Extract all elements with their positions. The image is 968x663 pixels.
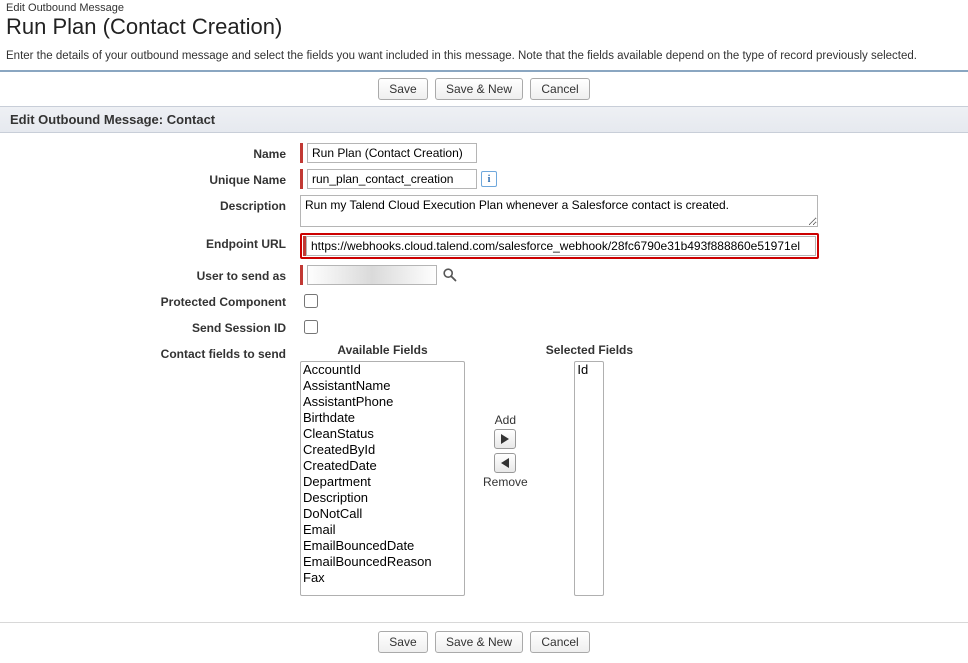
label-contact-fields: Contact fields to send <box>10 343 300 361</box>
section-header-prefix: Edit Outbound Message: <box>10 112 163 127</box>
row-name: Name <box>10 143 958 163</box>
selected-fields-list[interactable]: Id <box>574 361 604 596</box>
label-endpoint-url: Endpoint URL <box>10 233 300 251</box>
available-fields-caption: Available Fields <box>337 343 427 357</box>
row-contact-fields: Contact fields to send Available Fields … <box>10 343 958 596</box>
user-input[interactable] <box>307 265 437 285</box>
section-header-object: Contact <box>167 112 215 127</box>
add-label: Add <box>495 413 516 427</box>
save-button-bottom[interactable]: Save <box>378 631 427 653</box>
list-item[interactable]: AccountId <box>301 362 464 378</box>
required-indicator <box>300 265 303 285</box>
lookup-icon[interactable] <box>441 266 459 284</box>
list-item[interactable]: CleanStatus <box>301 426 464 442</box>
list-item[interactable]: Email <box>301 522 464 538</box>
unique-name-input[interactable] <box>307 169 477 189</box>
list-item[interactable]: Fax <box>301 570 464 586</box>
label-unique-name: Unique Name <box>10 169 300 187</box>
section-header: Edit Outbound Message: Contact <box>0 106 968 133</box>
dual-listbox: Available Fields AccountIdAssistantNameA… <box>300 343 633 596</box>
list-item[interactable]: AssistantName <box>301 378 464 394</box>
save-and-new-button-bottom[interactable]: Save & New <box>435 631 523 653</box>
protected-checkbox[interactable] <box>304 294 318 308</box>
form-area: Name Unique Name i Description Endpoint … <box>0 133 968 622</box>
required-indicator <box>300 143 303 163</box>
list-item[interactable]: AssistantPhone <box>301 394 464 410</box>
remove-label: Remove <box>483 475 528 489</box>
label-protected: Protected Component <box>10 291 300 309</box>
page-section-label: Edit Outbound Message <box>0 0 968 14</box>
cancel-button[interactable]: Cancel <box>530 78 589 100</box>
transfer-controls: Add Remove <box>483 343 528 489</box>
endpoint-highlight <box>300 233 819 259</box>
list-item[interactable]: EmailBouncedReason <box>301 554 464 570</box>
row-protected-component: Protected Component <box>10 291 958 311</box>
page-title: Run Plan (Contact Creation) <box>0 14 968 46</box>
name-input[interactable] <box>307 143 477 163</box>
list-item[interactable]: CreatedDate <box>301 458 464 474</box>
row-send-session-id: Send Session ID <box>10 317 958 337</box>
label-user: User to send as <box>10 265 300 283</box>
required-indicator <box>300 169 303 189</box>
bottom-button-bar: Save Save & New Cancel <box>0 622 968 663</box>
add-button[interactable] <box>494 429 516 449</box>
save-button[interactable]: Save <box>378 78 427 100</box>
list-item[interactable]: EmailBouncedDate <box>301 538 464 554</box>
available-fields-list[interactable]: AccountIdAssistantNameAssistantPhoneBirt… <box>300 361 465 596</box>
selected-column: Selected Fields Id <box>546 343 633 596</box>
label-name: Name <box>10 143 300 161</box>
top-button-bar: Save Save & New Cancel <box>0 72 968 106</box>
row-description: Description <box>10 195 958 227</box>
selected-fields-caption: Selected Fields <box>546 343 633 357</box>
list-item[interactable]: DoNotCall <box>301 506 464 522</box>
row-endpoint-url: Endpoint URL <box>10 233 958 259</box>
row-user-to-send-as: User to send as <box>10 265 958 285</box>
list-item[interactable]: CreatedById <box>301 442 464 458</box>
list-item[interactable]: Id <box>575 362 603 378</box>
row-unique-name: Unique Name i <box>10 169 958 189</box>
available-column: Available Fields AccountIdAssistantNameA… <box>300 343 465 596</box>
list-item[interactable]: Department <box>301 474 464 490</box>
save-and-new-button[interactable]: Save & New <box>435 78 523 100</box>
list-item[interactable]: Birthdate <box>301 410 464 426</box>
description-textarea[interactable] <box>300 195 818 227</box>
endpoint-url-input[interactable] <box>306 236 816 256</box>
session-id-checkbox[interactable] <box>304 320 318 334</box>
instructions-text: Enter the details of your outbound messa… <box>0 46 968 72</box>
remove-button[interactable] <box>494 453 516 473</box>
label-session-id: Send Session ID <box>10 317 300 335</box>
info-icon[interactable]: i <box>481 171 497 187</box>
list-item[interactable]: Description <box>301 490 464 506</box>
cancel-button-bottom[interactable]: Cancel <box>530 631 589 653</box>
label-description: Description <box>10 195 300 213</box>
